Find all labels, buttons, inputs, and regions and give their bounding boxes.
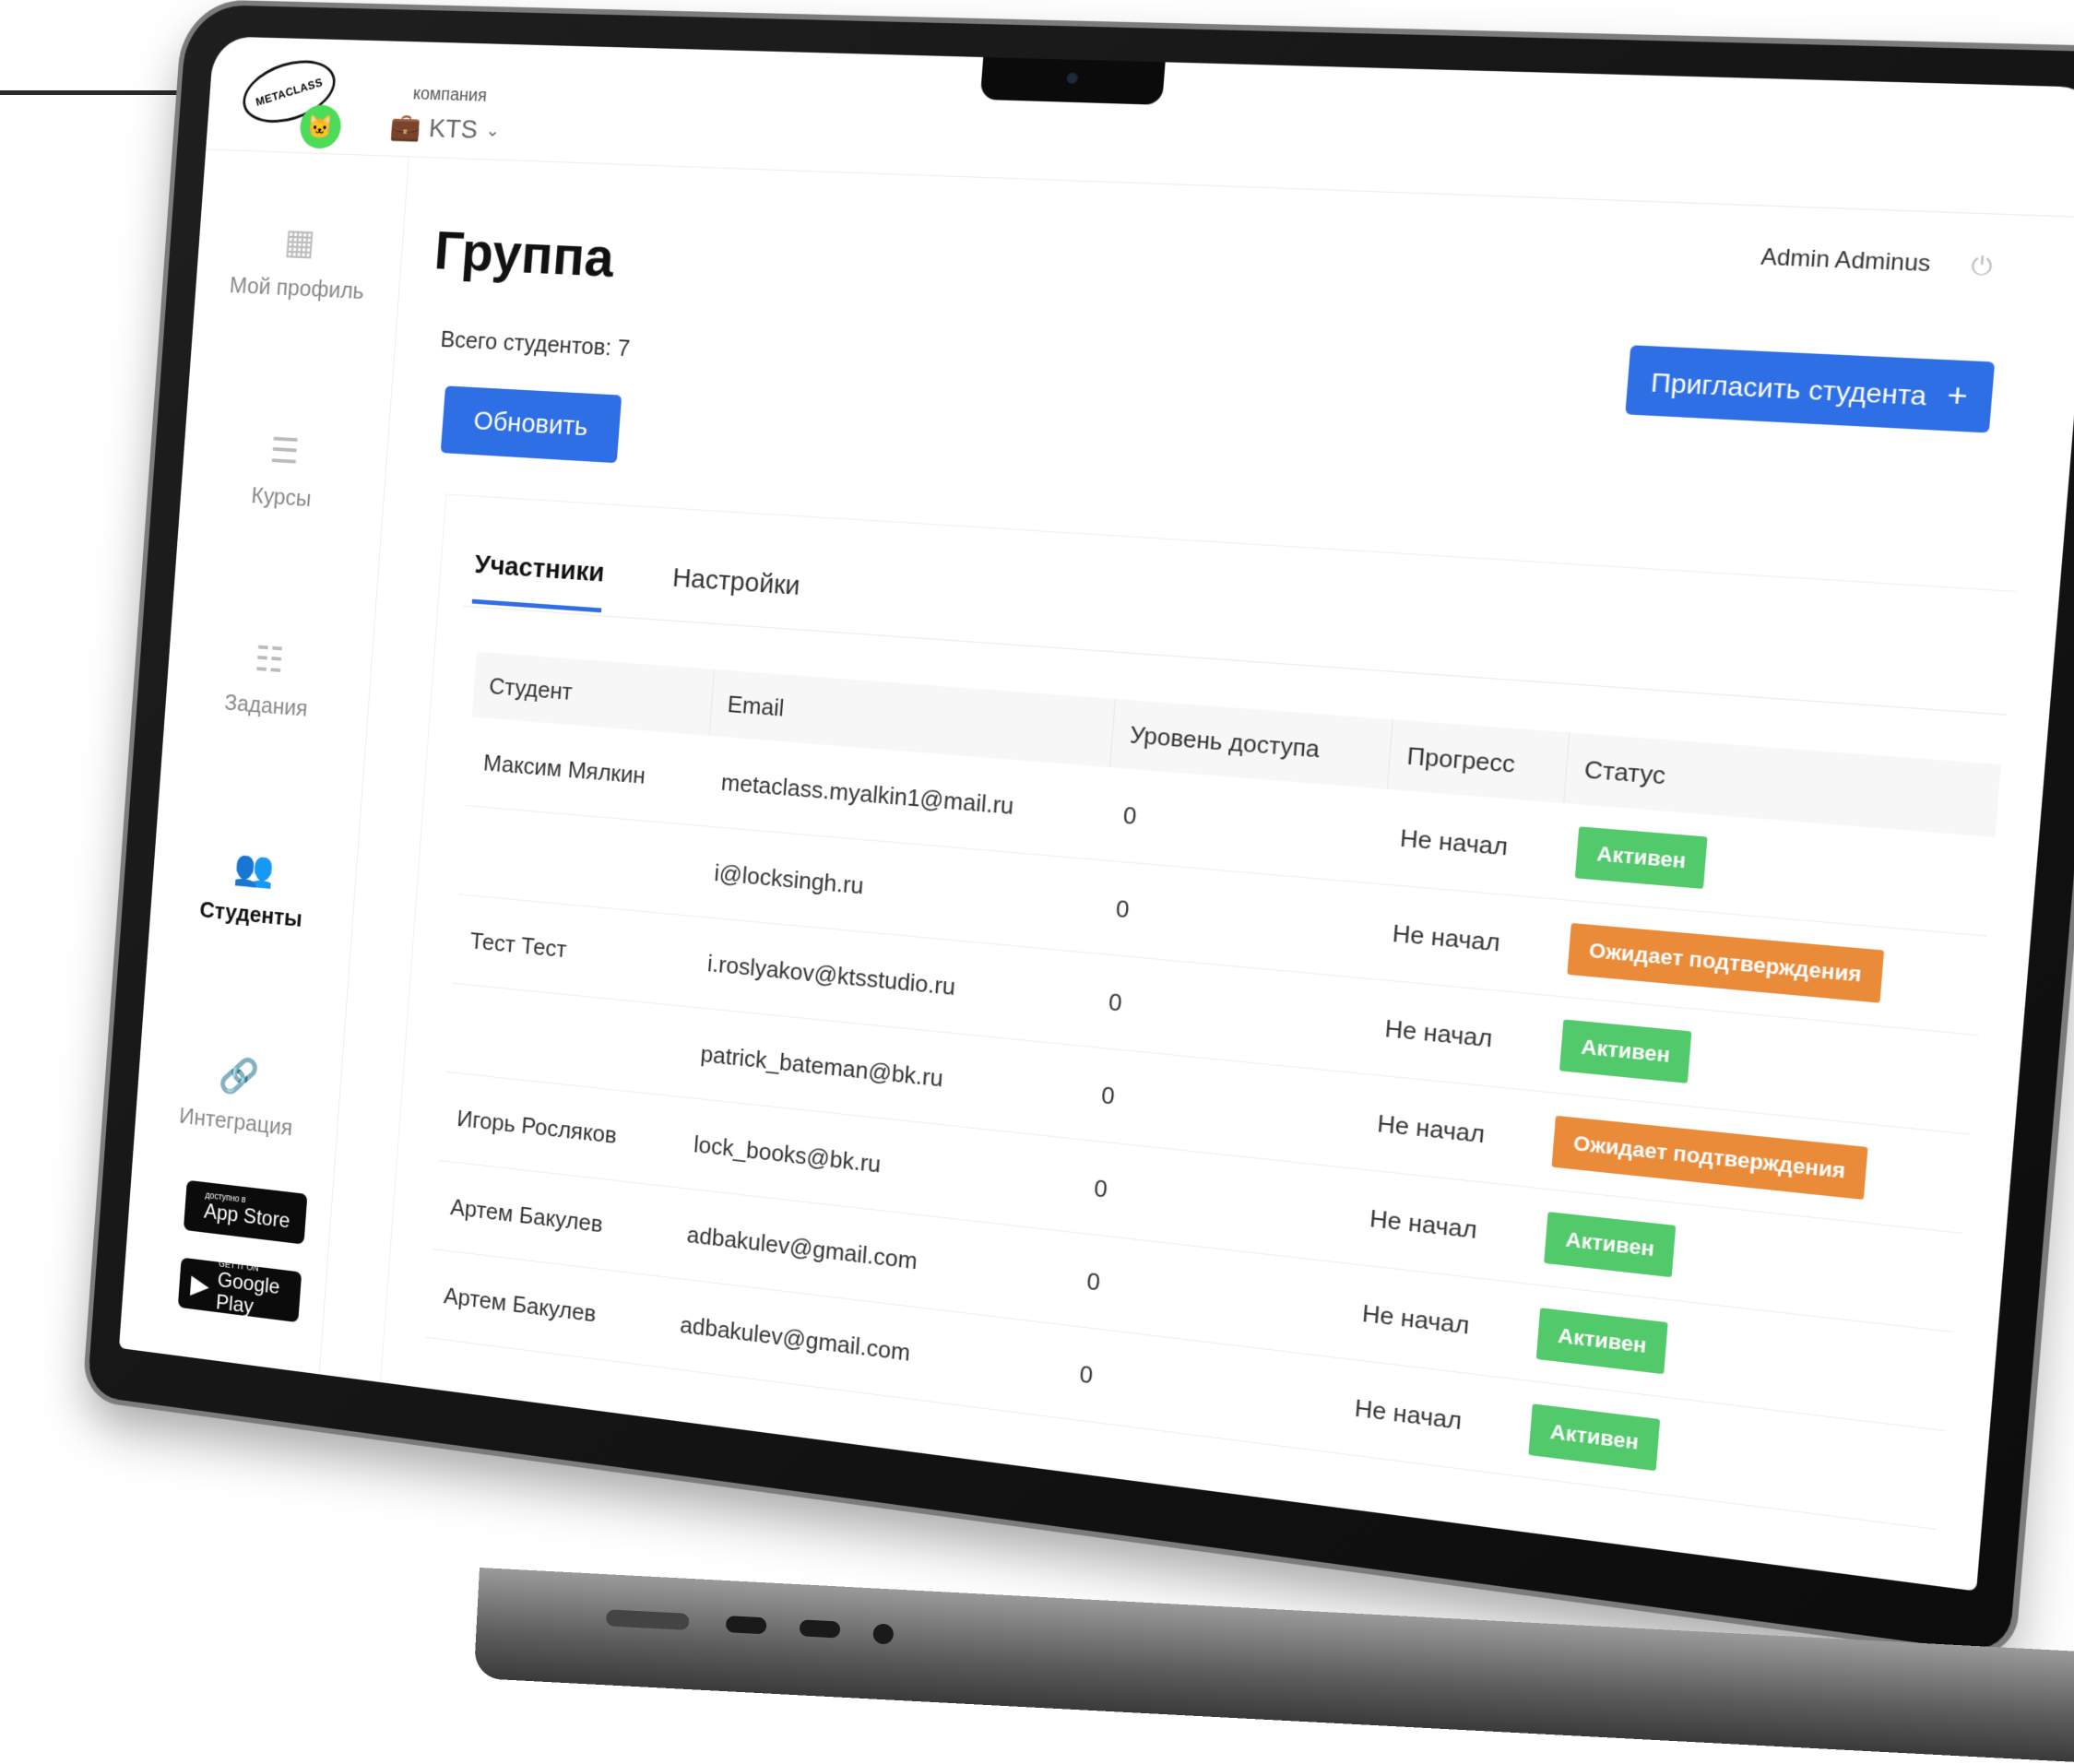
status-badge: Активен xyxy=(1544,1212,1677,1278)
cell-progress: Не начал xyxy=(1357,1073,1541,1188)
cell-progress: Не начал xyxy=(1364,978,1548,1092)
power-icon[interactable]: ⏻ xyxy=(1970,250,1994,282)
speaker-vent xyxy=(605,1609,690,1630)
status-badge: Ожидает подтверждения xyxy=(1551,1115,1868,1201)
list-icon: ☰ xyxy=(268,431,301,472)
company-select[interactable]: 💼 KTS ⌄ xyxy=(389,112,501,147)
camera-notch xyxy=(980,57,1167,105)
briefcase-icon: 💼 xyxy=(388,112,422,143)
headphone-jack-icon xyxy=(872,1623,895,1645)
usb-port-icon xyxy=(725,1616,767,1635)
tab-settings[interactable]: Настройки xyxy=(670,562,801,626)
tabs: Участники Настройки xyxy=(471,550,801,626)
sidebar-item-profile[interactable]: ▦ Мой профиль xyxy=(196,219,404,307)
plus-icon: + xyxy=(1945,375,1970,415)
total-students: Всего студентов: 7 xyxy=(439,325,632,362)
app-store-badge[interactable]: доступно в App Store xyxy=(183,1179,308,1245)
sidebar-item-label: Мой профиль xyxy=(229,271,365,304)
store-big-text: Google Play xyxy=(215,1268,281,1319)
sidebar-item-label: Интеграция xyxy=(178,1102,294,1142)
link-icon: 🔗 xyxy=(217,1055,261,1098)
status-badge: Активен xyxy=(1528,1403,1661,1472)
chevron-down-icon: ⌄ xyxy=(485,121,501,141)
usb-port-icon xyxy=(799,1619,841,1639)
camera-icon xyxy=(1066,72,1079,84)
laptop-bezel: METACLASS 🐱 компания 💼 KTS ⌄ ▦ Мой профи… xyxy=(87,4,2074,1655)
company-value: KTS xyxy=(428,112,480,145)
cell-progress: Не начал xyxy=(1371,883,1557,996)
status-badge: Ожидает подтверждения xyxy=(1567,922,1884,1003)
company-label: компания xyxy=(412,84,488,106)
sidebar-item-students[interactable]: 👥 Студенты xyxy=(150,839,357,938)
status-badge: Активен xyxy=(1536,1308,1669,1375)
cell-progress: Не начал xyxy=(1379,788,1564,899)
tab-participants[interactable]: Участники xyxy=(471,550,606,613)
invite-student-button[interactable]: Пригласить студента + xyxy=(1625,345,1996,433)
main-content: Admin Adminus ⏻ Группа Всего студентов: … xyxy=(319,156,2074,1591)
sidebar-item-label: Задания xyxy=(223,689,309,722)
status-badge: Активен xyxy=(1575,826,1708,890)
dashboard-icon: ▦ xyxy=(283,222,317,263)
sidebar-item-courses[interactable]: ☰ Курсы xyxy=(180,426,387,517)
refresh-button[interactable]: Обновить xyxy=(440,385,622,464)
sidebar-item-label: Студенты xyxy=(198,895,303,932)
logo-text: METACLASS xyxy=(254,75,325,109)
page-title: Группа xyxy=(432,219,617,290)
sidebar-item-label: Курсы xyxy=(250,481,313,512)
app-window: METACLASS 🐱 компания 💼 KTS ⌄ ▦ Мой профи… xyxy=(118,36,2074,1591)
sidebar-item-tasks[interactable]: ☷ Задания xyxy=(165,633,373,728)
users-icon: 👥 xyxy=(232,847,276,890)
invite-button-label: Пригласить студента xyxy=(1650,366,1928,411)
laptop-screen: METACLASS 🐱 компания 💼 KTS ⌄ ▦ Мой профи… xyxy=(118,36,2074,1592)
play-icon: ▶ xyxy=(189,1269,210,1301)
group-card: Участники Настройки Студент Email Уровен… xyxy=(380,493,2018,1586)
tasks-icon: ☷ xyxy=(253,639,286,681)
google-play-badge[interactable]: ▶ GET IT ON Google Play xyxy=(177,1257,302,1323)
sidebar-item-integration[interactable]: 🔗 Интеграция xyxy=(136,1045,342,1146)
status-badge: Активен xyxy=(1559,1019,1692,1083)
cell-progress: Не начал xyxy=(1333,1357,1518,1475)
user-name: Admin Adminus xyxy=(1760,243,1932,278)
students-table: Студент Email Уровень доступа Прогресс С… xyxy=(425,651,2001,1530)
